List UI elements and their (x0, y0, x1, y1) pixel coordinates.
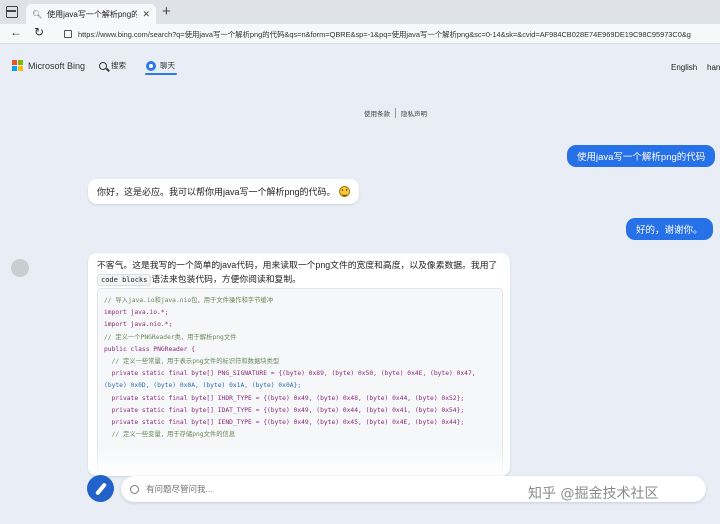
search-icon (99, 61, 107, 70)
browser-tab[interactable]: 🔍︎ 使用java写一个解析png的代码... ✕ (26, 4, 156, 24)
microsoft-logo-icon (12, 60, 23, 71)
divider (395, 108, 396, 118)
privacy-link[interactable]: 隐私声明 (401, 108, 427, 118)
code-line: // 导入java.io和java.nio包，用于文件操作和字节缓冲 (104, 297, 273, 304)
url-text[interactable]: https://www.bing.com/search?q=使用java写一个解… (78, 29, 691, 40)
chat-input[interactable] (146, 484, 446, 494)
language-link[interactable]: English (671, 63, 697, 72)
code-line: private static final byte[] IDAT_TYPE = … (104, 406, 465, 414)
code-line: private static final byte[] IEND_TYPE = … (104, 419, 465, 427)
lock-icon (64, 30, 72, 38)
code-line: private static final byte[] PNG_SIGNATUR… (104, 370, 476, 378)
bot-message-code: 不客气。这是我写的一个简单的java代码，用来读取一个png文件的宽度和高度，以… (88, 253, 510, 476)
nav-search[interactable]: 搜索 (99, 60, 126, 71)
code-line: import java.io.*; (104, 309, 169, 317)
user-message-text: 好的，谢谢你。 (636, 225, 703, 236)
chat-icon (146, 60, 156, 71)
intro-text-b: 语法来包装代码，方便你阅读和复制。 (151, 274, 301, 284)
watermark: 知乎 @掘金技术社区 (528, 486, 659, 502)
nav-chat-label: 聊天 (160, 61, 175, 70)
bot-message-text: 你好，这是必应。我可以帮你用java写一个解析png的代码。 (97, 187, 336, 197)
smile-emoji-icon (338, 186, 350, 197)
terms-link[interactable]: 使用条款 (364, 108, 390, 118)
code-line: import java.nio.*; (104, 321, 173, 329)
search-icon: 🔍︎ (32, 9, 43, 19)
intro-text-a: 不客气。这是我写的一个简单的java代码，用来读取一个png文件的宽度和高度，以… (97, 260, 498, 270)
broom-icon (94, 481, 107, 496)
brand-name: Microsoft Bing (28, 60, 86, 71)
user-message: 使用java写一个解析png的代码 (567, 145, 716, 167)
nav-search-label: 搜索 (111, 61, 126, 70)
nav-chat[interactable]: 聊天 (146, 60, 175, 71)
bot-avatar (11, 259, 29, 277)
refresh-icon[interactable]: ↻ (34, 25, 44, 39)
code-line: private static final byte[] IHDR_TYPE = … (104, 394, 465, 402)
legal-links: 使用条款 隐私声明 (364, 108, 427, 118)
inline-code: code blocks (97, 274, 152, 286)
chat-bubble-icon (130, 484, 139, 494)
code-line: (byte) 0x0D, (byte) 0x0A, (byte) 0x1A, (… (104, 382, 302, 390)
bot-message: 你好，这是必应。我可以帮你用java写一个解析png的代码。 (88, 179, 359, 204)
new-topic-button[interactable] (87, 475, 114, 502)
user-message-text: 使用java写一个解析png的代码 (577, 152, 706, 163)
user-message: 好的，谢谢你。 (626, 218, 713, 240)
bot-message-intro: 不客气。这是我写的一个简单的java代码，用来读取一个png文件的宽度和高度，以… (97, 258, 501, 286)
code-line: public class PNGReader { (104, 345, 195, 353)
bing-logo[interactable]: Microsoft Bing (12, 60, 85, 71)
code-line: // 定义一个PNGReader类，用于解析png文件 (104, 333, 237, 341)
close-tab-icon[interactable]: ✕ (142, 9, 150, 20)
tab-actions-icon[interactable] (6, 6, 18, 18)
code-line: // 定义一些变量，用于存储png文件的信息 (104, 431, 236, 439)
active-tab-indicator (145, 73, 177, 75)
new-tab-button[interactable]: + (162, 3, 171, 20)
tab-title: 使用java写一个解析png的代码... (47, 9, 138, 19)
fade-overlay (88, 446, 510, 476)
user-name[interactable]: han (707, 63, 720, 72)
back-arrow-icon[interactable]: ← (10, 25, 22, 39)
url-field[interactable]: https://www.bing.com/search?q=使用java写一个解… (64, 27, 720, 41)
code-line: // 定义一些常量，用于表示png文件的标识符和数据块类型 (104, 358, 280, 366)
